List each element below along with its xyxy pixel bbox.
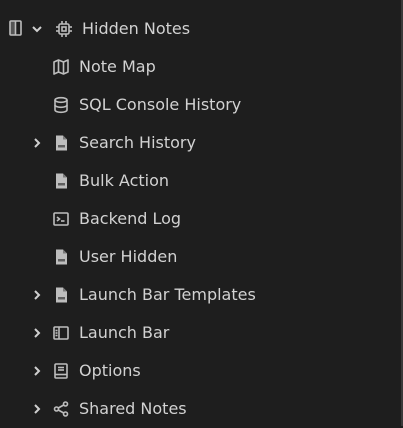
chevron-right-icon[interactable] <box>30 402 44 418</box>
sidebar-layout-icon <box>52 324 70 342</box>
share-icon <box>52 400 70 418</box>
chevron-right-icon[interactable] <box>30 288 44 304</box>
map-icon <box>52 58 70 76</box>
tree-row-shared-notes[interactable]: Shared Notes <box>0 390 400 428</box>
tree-item-label: User Hidden <box>79 247 178 266</box>
chevron-down-icon[interactable] <box>30 22 44 38</box>
note-tree: Hidden Notes Note Map SQL Console Histor… <box>0 0 401 426</box>
chevron-right-icon[interactable] <box>30 326 44 342</box>
file-icon <box>52 134 70 152</box>
tree-item-label: Search History <box>79 133 196 152</box>
book-icon <box>52 362 70 380</box>
tree-row-launch-bar-templates[interactable]: Launch Bar Templates <box>0 276 400 314</box>
tree-item-label: SQL Console History <box>79 95 242 114</box>
split-pane-icon[interactable] <box>8 19 26 37</box>
tree-item-label: Shared Notes <box>79 399 187 418</box>
tree-item-label: Launch Bar <box>79 323 170 342</box>
tree-row-user-hidden[interactable]: User Hidden <box>0 238 400 276</box>
tree-item-label: Note Map <box>79 57 156 76</box>
tree-row-hidden-notes[interactable]: Hidden Notes <box>0 10 400 48</box>
tree-item-label: Options <box>79 361 141 380</box>
tree-row-search-history[interactable]: Search History <box>0 124 400 162</box>
tree-item-label: Launch Bar Templates <box>79 285 256 304</box>
chevron-right-icon[interactable] <box>30 364 44 380</box>
file-icon <box>52 286 70 304</box>
tree-row-sql-console-history[interactable]: SQL Console History <box>0 86 400 124</box>
terminal-icon <box>52 210 70 228</box>
tree-item-label: Backend Log <box>79 209 182 228</box>
tree-row-launch-bar[interactable]: Launch Bar <box>0 314 400 352</box>
file-icon <box>52 248 70 266</box>
chip-icon <box>55 20 73 38</box>
tree-row-note-map[interactable]: Note Map <box>0 48 400 86</box>
tree-item-label: Hidden Notes <box>82 19 191 38</box>
tree-row-backend-log[interactable]: Backend Log <box>0 200 400 238</box>
database-icon <box>52 96 70 114</box>
chevron-right-icon[interactable] <box>30 136 44 152</box>
tree-item-label: Bulk Action <box>79 171 170 190</box>
file-icon <box>52 172 70 190</box>
tree-row-options[interactable]: Options <box>0 352 400 390</box>
tree-row-bulk-action[interactable]: Bulk Action <box>0 162 400 200</box>
